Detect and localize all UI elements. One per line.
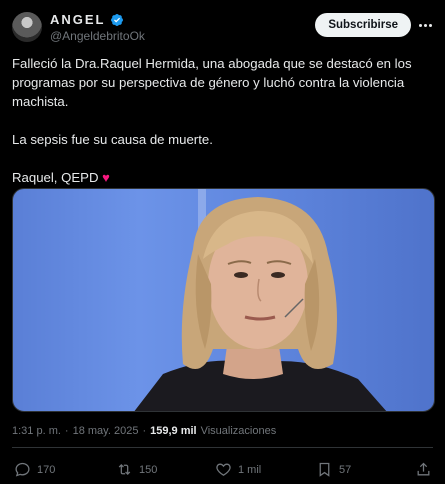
action-bar: 170 150 1 mil 57	[14, 461, 432, 481]
reply-icon	[15, 462, 30, 477]
meta-separator: ·	[64, 425, 69, 437]
like-button[interactable]: 1 mil	[215, 461, 261, 478]
author-name-row[interactable]: ANGEL	[50, 12, 124, 27]
bookmark-count: 57	[339, 463, 352, 476]
post-header: ANGEL @AngeldebritoOk Subscribirse	[12, 12, 433, 46]
post-paragraph-1: Falleció la Dra.Raquel Hermida, una abog…	[12, 56, 412, 109]
views-count: 159,9 mil	[150, 425, 197, 437]
post-date[interactable]: 18 may. 2025	[73, 425, 139, 437]
author-handle[interactable]: @AngeldebritoOk	[50, 29, 145, 43]
divider	[12, 447, 433, 448]
views-label: Visualizaciones	[200, 425, 277, 437]
post-paragraph-2: La sepsis fue su causa de muerte.	[12, 132, 213, 147]
subscribe-button[interactable]: Subscribirse	[315, 13, 411, 37]
post-time[interactable]: 1:31 p. m.	[12, 425, 61, 437]
bookmark-button[interactable]: 57	[316, 461, 351, 478]
repost-icon	[118, 463, 131, 476]
bookmark-icon	[319, 462, 330, 477]
post-paragraph-3-text: Raquel, QEPD	[12, 170, 99, 185]
more-icon[interactable]	[419, 18, 433, 32]
portrait-illustration	[134, 197, 387, 411]
post-paragraph-3: Raquel, QEPD ♥	[12, 168, 432, 187]
heart-emoji-icon: ♥	[102, 170, 110, 185]
author-name[interactable]: ANGEL	[50, 12, 106, 27]
post-text: Falleció la Dra.Raquel Hermida, una abog…	[12, 54, 432, 187]
verified-badge-icon	[110, 13, 123, 26]
like-count: 1 mil	[238, 463, 262, 476]
like-icon	[216, 463, 231, 476]
repost-button[interactable]: 150	[116, 461, 157, 478]
post-metadata: 1:31 p. m. · 18 may. 2025 · 159,9 mil Vi…	[12, 425, 276, 437]
reply-count: 170	[37, 463, 56, 476]
share-button[interactable]	[415, 461, 432, 478]
reply-button[interactable]: 170	[14, 461, 55, 478]
post-media-image[interactable]	[12, 188, 435, 412]
share-icon	[417, 462, 430, 476]
avatar[interactable]	[12, 12, 42, 42]
meta-separator-2: ·	[142, 425, 147, 437]
repost-count: 150	[139, 463, 158, 476]
